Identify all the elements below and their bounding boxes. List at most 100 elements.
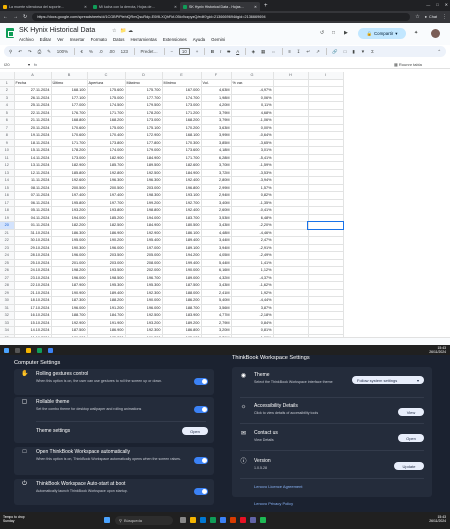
cell[interactable]: 18.11.2024 bbox=[14, 139, 52, 147]
cell[interactable]: 182.500 bbox=[87, 221, 126, 230]
cell[interactable]: 3,94M bbox=[201, 244, 232, 252]
cell[interactable]: 05.11.2024 bbox=[14, 206, 52, 215]
cell[interactable] bbox=[308, 116, 344, 125]
select-all-corner[interactable] bbox=[0, 72, 15, 80]
cell[interactable] bbox=[273, 184, 309, 192]
cell[interactable]: 01.11.2024 bbox=[14, 221, 52, 230]
cell[interactable] bbox=[308, 289, 344, 297]
chrome-icon[interactable] bbox=[210, 517, 216, 523]
cell[interactable]: 180.500 bbox=[162, 221, 202, 230]
share-button[interactable]: 🔒 Compartir ▾ bbox=[358, 28, 406, 39]
cell[interactable]: 208.000 bbox=[125, 259, 163, 267]
cell[interactable]: 184.900 bbox=[162, 169, 202, 177]
meet-icon[interactable]: ▶ bbox=[344, 30, 348, 36]
cell[interactable]: Vol. bbox=[201, 79, 232, 87]
menu-item[interactable]: Formato bbox=[91, 37, 107, 42]
menu-item[interactable]: Herramientas bbox=[130, 37, 156, 42]
cell[interactable]: 173.000 bbox=[162, 101, 202, 110]
cell[interactable]: 22.10.2024 bbox=[14, 281, 52, 290]
cell[interactable] bbox=[308, 274, 344, 282]
cell[interactable] bbox=[273, 319, 309, 327]
cell[interactable]: 193.100 bbox=[162, 191, 202, 200]
rotate-icon[interactable]: ↗ bbox=[316, 49, 320, 55]
cell[interactable]: 188.700 bbox=[162, 304, 202, 312]
cell[interactable] bbox=[273, 251, 309, 260]
rollable-theme-toggle[interactable] bbox=[194, 406, 208, 413]
cell[interactable] bbox=[308, 131, 344, 140]
cell[interactable] bbox=[273, 191, 309, 200]
cell[interactable]: 0,00% bbox=[231, 124, 274, 132]
cell[interactable]: 15.10.2024 bbox=[14, 319, 52, 327]
align-icon[interactable]: ≡ bbox=[288, 49, 291, 54]
cell[interactable]: 200.500 bbox=[51, 184, 88, 192]
cell[interactable]: 190.300 bbox=[51, 244, 88, 252]
text-color-icon[interactable]: A bbox=[236, 49, 239, 54]
browser-tab[interactable]: La muerte silenciosa del soporte… ✕ bbox=[0, 2, 90, 11]
decrease-decimal-icon[interactable]: .0 bbox=[99, 49, 103, 54]
cell[interactable]: 192.700 bbox=[162, 199, 202, 207]
cell[interactable] bbox=[308, 184, 344, 192]
column-header[interactable]: H bbox=[273, 72, 309, 80]
cell[interactable]: 196.300 bbox=[125, 176, 163, 185]
contact-open-button[interactable]: Open bbox=[398, 434, 424, 442]
comment-icon[interactable]: □ bbox=[332, 30, 335, 36]
cell[interactable]: 170.200 bbox=[162, 124, 202, 132]
strikethrough-icon[interactable]: S bbox=[227, 49, 230, 54]
cell[interactable]: 193.200 bbox=[51, 206, 88, 215]
cell[interactable] bbox=[308, 146, 344, 155]
row-header[interactable]: 31 bbox=[0, 304, 15, 312]
row-header[interactable]: 23 bbox=[0, 244, 15, 252]
cell[interactable]: 25.11.2024 bbox=[14, 101, 52, 110]
undo-icon[interactable]: ↶ bbox=[18, 49, 22, 55]
percent-icon[interactable]: % bbox=[89, 49, 93, 54]
cell[interactable] bbox=[308, 169, 344, 177]
cell[interactable]: 171.700 bbox=[162, 154, 202, 162]
cell[interactable]: 178.200 bbox=[51, 146, 88, 155]
paint-format-icon[interactable]: ✎ bbox=[47, 49, 51, 55]
menu-item[interactable]: Gemini bbox=[211, 37, 225, 42]
cell[interactable]: -1,59% bbox=[231, 161, 274, 170]
cell[interactable] bbox=[273, 221, 309, 230]
cell[interactable]: 4,77M bbox=[201, 311, 232, 320]
document-title[interactable]: SK Hynix Historical Data bbox=[19, 27, 95, 34]
row-header[interactable]: 5 bbox=[0, 109, 15, 117]
licence-agreement-link[interactable]: Lenovo Licence Agreement bbox=[254, 484, 302, 489]
cell[interactable] bbox=[308, 304, 344, 312]
spreadsheet-grid[interactable]: A B C D E F G H I 1 Fecha Último Apertura Máximo Mínim… bbox=[0, 72, 450, 337]
reload-icon[interactable]: ↻ bbox=[23, 14, 27, 20]
cell[interactable] bbox=[308, 206, 344, 215]
cell[interactable] bbox=[273, 176, 309, 185]
cell[interactable]: 189.500 bbox=[125, 161, 163, 170]
cell[interactable]: 168.100 bbox=[51, 86, 88, 95]
new-tab-button[interactable]: + bbox=[264, 3, 268, 9]
cell[interactable]: 3,20M bbox=[201, 326, 232, 335]
cell[interactable]: 2,94M bbox=[201, 191, 232, 200]
back-icon[interactable]: ← bbox=[3, 14, 8, 20]
cell[interactable]: 189.000 bbox=[162, 274, 202, 282]
currency-icon[interactable]: € bbox=[81, 49, 83, 54]
cell[interactable]: 186.200 bbox=[162, 296, 202, 305]
cell[interactable]: 29.10.2024 bbox=[14, 244, 52, 252]
cell[interactable] bbox=[273, 116, 309, 125]
cell[interactable] bbox=[273, 161, 309, 170]
cell[interactable]: 04.11.2024 bbox=[14, 214, 52, 222]
cell[interactable]: 190.900 bbox=[51, 289, 88, 297]
row-header[interactable]: 7 bbox=[0, 124, 15, 132]
cell[interactable]: 200.500 bbox=[87, 184, 126, 192]
cell[interactable]: 188.200 bbox=[87, 296, 126, 305]
column-header[interactable]: F bbox=[201, 72, 232, 80]
tab-close-icon[interactable]: ✕ bbox=[172, 5, 177, 9]
fill-color-icon[interactable]: ◈ bbox=[252, 49, 255, 55]
cell[interactable] bbox=[308, 176, 344, 185]
cell[interactable]: 6,16M bbox=[201, 266, 232, 275]
cell[interactable] bbox=[308, 86, 344, 95]
cell[interactable] bbox=[273, 169, 309, 177]
cell[interactable]: 184.900 bbox=[125, 154, 163, 162]
cell[interactable]: 12.11.2024 bbox=[14, 169, 52, 177]
cell[interactable]: 197.000 bbox=[125, 244, 163, 252]
cell[interactable]: 11.11.2024 bbox=[14, 176, 52, 185]
row-header[interactable]: 8 bbox=[0, 131, 15, 140]
column-header[interactable]: D bbox=[125, 72, 163, 80]
cell[interactable] bbox=[308, 124, 344, 132]
cell[interactable]: -4,46% bbox=[231, 229, 274, 237]
